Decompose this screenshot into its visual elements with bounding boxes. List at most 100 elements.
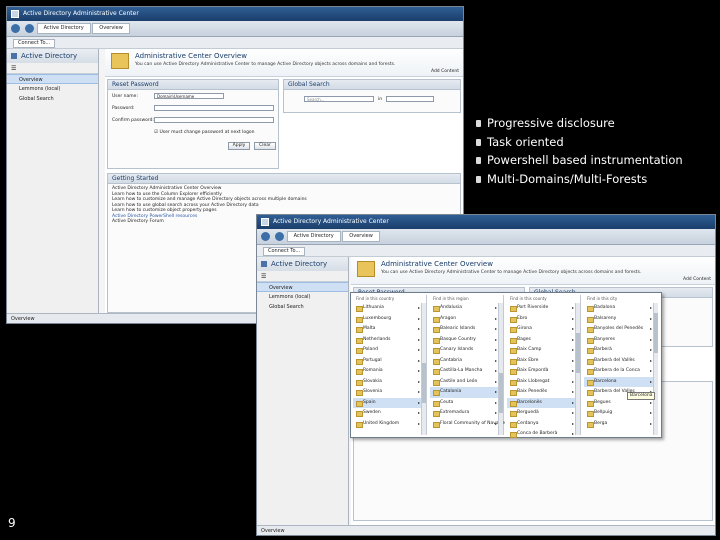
- column-item[interactable]: Bellpuig ▸: [584, 408, 658, 419]
- add-content-link[interactable]: Add Content: [683, 277, 711, 282]
- column-item-label: United Kingdom: [363, 420, 400, 426]
- bullet-item: Multi-Domains/Multi-Forests: [476, 170, 716, 189]
- item-tooltip: Barcelona: [627, 392, 656, 400]
- confirm-password-field[interactable]: [154, 117, 274, 123]
- back-arrow-icon[interactable]: [11, 24, 20, 33]
- change-at-logon-label: User must change password at next logon: [159, 130, 255, 135]
- column-country: Find in this country Lithuania ▸ Luxembour…: [353, 295, 427, 435]
- column-item[interactable]: United Kingdom ▸: [353, 419, 426, 430]
- column-item[interactable]: Berguedà ▸: [507, 408, 580, 419]
- nav-header: Active Directory: [257, 257, 348, 271]
- forward-arrow-icon[interactable]: [25, 24, 34, 33]
- forward-arrow-icon[interactable]: [275, 232, 284, 241]
- column-item[interactable]: Lithuania ▸: [353, 303, 426, 314]
- back-arrow-icon[interactable]: [261, 232, 270, 241]
- column-item[interactable]: Cerdanya ▸: [507, 419, 580, 430]
- column-item[interactable]: Girona ▸: [507, 324, 580, 335]
- column-item[interactable]: Ceuta ▸: [430, 398, 503, 409]
- column-item[interactable]: Catalonia ▸: [430, 387, 503, 398]
- column-item[interactable]: Baix Empordà ▸: [507, 366, 580, 377]
- column-item[interactable]: Luxembourg ▸: [353, 314, 426, 325]
- column-item[interactable]: Baix Llobregat ▸: [507, 377, 580, 388]
- column-item[interactable]: Castile and León ▸: [430, 377, 503, 388]
- column-item[interactable]: Netherlands ▸: [353, 335, 426, 346]
- column-item[interactable]: Sweden ▸: [353, 408, 426, 419]
- password-field[interactable]: [154, 105, 274, 111]
- column-scrollbar[interactable]: [421, 303, 426, 435]
- chevron-right-icon: ▸: [494, 399, 497, 405]
- column-item[interactable]: Poland ▸: [353, 345, 426, 356]
- column-item[interactable]: Aragon ▸: [430, 314, 503, 325]
- breadcrumb-active-directory[interactable]: Active Directory: [286, 231, 341, 242]
- search-scope-select[interactable]: [386, 96, 434, 102]
- column-item-label: Extremadura: [440, 410, 470, 415]
- column-scrollbar[interactable]: [653, 303, 658, 435]
- column-item[interactable]: Balearic Islands ▸: [430, 324, 503, 335]
- column-scrollbar[interactable]: [498, 303, 503, 435]
- column-item[interactable]: Banyeres ▸: [584, 335, 658, 346]
- column-item[interactable]: Balsareny ▸: [584, 314, 658, 325]
- column-item[interactable]: Berga ▸: [584, 419, 658, 430]
- column-item[interactable]: Barcelonès ▸: [507, 397, 580, 408]
- username-field[interactable]: Domain\Username: [154, 93, 224, 99]
- nav-item-overview[interactable]: Overview: [257, 282, 348, 292]
- chevron-right-icon: ▸: [649, 326, 652, 331]
- column-item-label: Portugal: [363, 357, 382, 363]
- nav-item-global-search[interactable]: Global Search: [257, 302, 348, 312]
- column-item[interactable]: Basque Country ▸: [430, 335, 503, 346]
- chevron-right-icon: ▸: [571, 305, 574, 310]
- column-item[interactable]: Bages ▸: [507, 335, 580, 346]
- chevron-right-icon: ▸: [417, 399, 420, 405]
- column-item[interactable]: Baix Ebre ▸: [507, 356, 580, 367]
- column-item[interactable]: Cantabria ▸: [430, 356, 503, 367]
- clear-button[interactable]: Clear: [254, 142, 276, 150]
- front-window-title: Active Directory Administrative Center: [273, 218, 389, 225]
- add-content-link[interactable]: Add Content: [431, 69, 459, 74]
- column-item-label: Sweden: [363, 410, 381, 415]
- column-item[interactable]: Canary Islands ▸: [430, 345, 503, 356]
- column-item[interactable]: Ebro ▸: [507, 314, 580, 325]
- column-item-label: Badalona: [594, 305, 616, 310]
- column-item-label: Baix Empordà: [517, 368, 549, 373]
- chevron-right-icon: ▸: [571, 431, 574, 436]
- column-scrollbar[interactable]: [575, 303, 580, 435]
- column-item[interactable]: Banyoles del Penedès ▸: [584, 324, 658, 335]
- column-item[interactable]: Romania ▸: [353, 366, 426, 377]
- column-item[interactable]: Andalusia ▸: [430, 303, 503, 314]
- column-item[interactable]: Floral Community of Navarre ▸: [430, 419, 505, 430]
- column-item[interactable]: Barcelona ▸: [584, 376, 658, 387]
- column-item[interactable]: Barberà del Vallès ▸: [584, 356, 658, 367]
- apply-button[interactable]: Apply: [228, 142, 250, 150]
- nav-item-overview[interactable]: Overview: [7, 74, 98, 84]
- change-at-logon-checkbox[interactable]: ☑ User must change password at next logo…: [154, 130, 255, 135]
- column-item[interactable]: Barberà ▸: [584, 345, 658, 356]
- app-icon: [261, 218, 269, 226]
- column-item[interactable]: Barbera de la Conca ▸: [584, 366, 658, 377]
- column-item[interactable]: Baix Penedès ▸: [507, 387, 580, 398]
- connect-to-button[interactable]: Connect To...: [263, 247, 306, 256]
- breadcrumb-active-directory[interactable]: Active Directory: [36, 23, 91, 34]
- column-item[interactable]: Portugal ▸: [353, 356, 426, 367]
- nav-item-global-search[interactable]: Global Search: [7, 94, 98, 104]
- chevron-right-icon: ▸: [417, 336, 420, 342]
- front-nav-pane: Active Directory ☰ Overview Lemmons (loc…: [257, 257, 349, 525]
- chevron-right-icon: ▸: [494, 357, 497, 363]
- column-item[interactable]: Extremadura ▸: [430, 408, 503, 419]
- column-item[interactable]: Slovakia ▸: [353, 377, 426, 388]
- connect-to-button[interactable]: Connect To...: [13, 39, 56, 48]
- nav-item-domain[interactable]: Lemmons (local): [257, 292, 348, 302]
- column-item[interactable]: Conca de Barberà ▸: [507, 429, 580, 440]
- column-item[interactable]: Castilla-La Mancha ▸: [430, 366, 503, 377]
- column-item[interactable]: Malta ▸: [353, 324, 426, 335]
- search-input[interactable]: Search...: [304, 96, 374, 102]
- column-item[interactable]: Badalona ▸: [584, 303, 658, 314]
- breadcrumb-overview[interactable]: Overview: [92, 23, 130, 34]
- column-item[interactable]: Slovenia ▸: [353, 387, 426, 398]
- column-item[interactable]: Baix Camp ▸: [507, 345, 580, 356]
- chevron-right-icon: ▸: [417, 410, 420, 415]
- column-item[interactable]: Port Riverside ▸: [507, 303, 580, 314]
- nav-item-domain[interactable]: Lemmons (local): [7, 84, 98, 94]
- column-item-label: Baix Llobregat: [517, 378, 550, 384]
- column-item[interactable]: Spain ▸: [353, 397, 426, 408]
- breadcrumb-overview[interactable]: Overview: [342, 231, 380, 242]
